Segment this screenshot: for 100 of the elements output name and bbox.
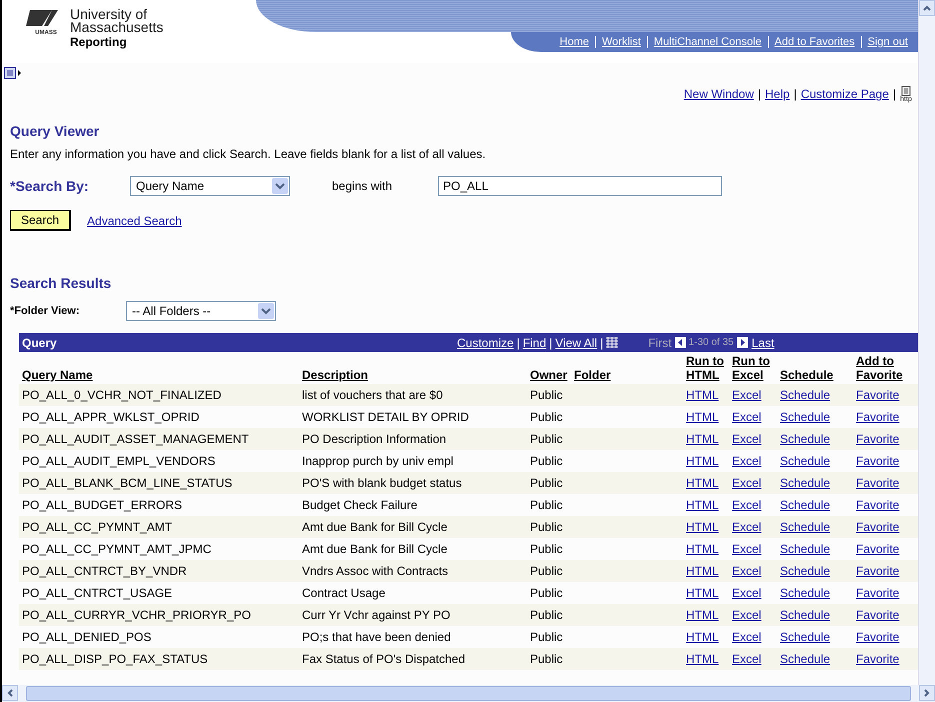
favorite-link[interactable]: Favorite [856,476,900,490]
favorite-link[interactable]: Favorite [856,410,900,424]
run-excel-link[interactable]: Excel [732,586,762,600]
column-header[interactable]: Run to Excel [732,354,774,382]
schedule-link[interactable]: Schedule [780,586,830,600]
query-name-cell: PO_ALL_CC_PYMNT_AMT_JPMC [19,538,299,560]
nav-link[interactable]: Worklist [594,36,647,48]
owner-cell: Public [527,604,571,626]
nav-link[interactable]: MultiChannel Console [646,36,768,48]
schedule-link[interactable]: Schedule [780,608,830,622]
favorite-link[interactable]: Favorite [856,586,900,600]
scroll-right-icon[interactable] [924,689,930,697]
column-header[interactable]: Query Name [22,368,93,382]
run-html-link[interactable]: HTML [686,608,719,622]
grid-tool-link[interactable]: Find [522,336,546,350]
scroll-left-icon[interactable] [7,689,13,697]
next-page-icon[interactable] [736,337,748,348]
run-html-link[interactable]: HTML [686,432,719,446]
grid-icon[interactable] [606,337,618,348]
column-header[interactable]: Owner [530,368,568,382]
schedule-link[interactable]: Schedule [780,564,830,578]
run-excel-link[interactable]: Excel [732,388,762,402]
run-excel-link[interactable]: Excel [732,608,762,622]
query-name-cell: PO_ALL_CNTRCT_USAGE [19,582,299,604]
run-excel-link[interactable]: Excel [732,564,762,578]
last-page-link[interactable]: Last [752,336,774,350]
run-excel-link[interactable]: Excel [732,520,762,534]
dropdown-caret-icon[interactable] [258,303,274,319]
schedule-link[interactable]: Schedule [780,454,830,468]
favorite-link[interactable]: Favorite [856,608,900,622]
run-excel-link[interactable]: Excel [732,652,762,666]
schedule-link[interactable]: Schedule [780,410,830,424]
run-html-link[interactable]: HTML [686,410,719,424]
run-excel-link[interactable]: Excel [732,542,762,556]
grid-tool-link[interactable]: View All [555,336,598,350]
schedule-link[interactable]: Schedule [780,388,830,402]
run-excel-link[interactable]: Excel [732,630,762,644]
run-html-link[interactable]: HTML [686,630,719,644]
schedule-link[interactable]: Schedule [780,498,830,512]
run-html-link[interactable]: HTML [686,586,719,600]
scroll-up-icon[interactable] [923,5,931,11]
favorite-link[interactable]: Favorite [856,542,900,556]
run-html-link[interactable]: HTML [686,476,719,490]
description-cell: PO Description Information [299,428,527,450]
operator-label: begins with [332,179,394,193]
schedule-link[interactable]: Schedule [780,432,830,446]
run-html-link[interactable]: HTML [686,564,719,578]
column-header[interactable]: Folder [574,368,611,382]
run-excel-link[interactable]: Excel [732,432,762,446]
run-excel-link[interactable]: Excel [732,498,762,512]
run-html-link[interactable]: HTML [686,498,719,512]
column-header[interactable]: Run to HTML [686,354,726,382]
column-header[interactable]: Schedule [780,368,834,382]
folder-select[interactable]: -- All Folders -- [126,301,276,321]
schedule-link[interactable]: Schedule [780,520,830,534]
description-cell: Vndrs Assoc with Contracts [299,560,527,582]
run-excel-link[interactable]: Excel [732,410,762,424]
run-html-link[interactable]: HTML [686,454,719,468]
run-html-link[interactable]: HTML [686,652,719,666]
favorite-link[interactable]: Favorite [856,498,900,512]
previous-page-icon[interactable] [674,337,686,348]
instructions-text: Enter any information you have and click Search. Leave fields blank for a list of all values. [10,147,487,161]
favorite-link[interactable]: Favorite [856,652,900,666]
nav-link[interactable]: Home [554,36,595,48]
link-separator: | [794,87,797,101]
column-header[interactable]: Add to Favorite [856,354,915,382]
favorite-link[interactable]: Favorite [856,388,900,402]
schedule-link[interactable]: Schedule [780,542,830,556]
search-button[interactable]: Search [10,210,72,231]
run-excel-link[interactable]: Excel [732,476,762,490]
nav-link[interactable]: Add to Favorites [768,36,861,48]
favorite-link[interactable]: Favorite [856,454,900,468]
run-excel-link[interactable]: Excel [732,454,762,468]
grid-tool-link[interactable]: Customize [457,336,514,350]
owner-cell: Public [527,538,571,560]
page-range: 1-30 of 35 [688,337,734,348]
column-header[interactable]: Description [302,368,368,382]
search-input[interactable]: PO_ALL [438,176,722,196]
favorite-link[interactable]: Favorite [856,520,900,534]
menu-toggle-icon[interactable] [4,67,22,79]
schedule-link[interactable]: Schedule [780,630,830,644]
favorite-link[interactable]: Favorite [856,630,900,644]
advanced-search-link[interactable]: Advanced Search [87,214,182,228]
favorite-link[interactable]: Favorite [856,564,900,578]
description-cell: Contract Usage [299,582,527,604]
run-html-link[interactable]: HTML [686,542,719,556]
nav-link[interactable]: Sign out [860,36,914,48]
favorite-link[interactable]: Favorite [856,432,900,446]
run-html-link[interactable]: HTML [686,388,719,402]
page-link[interactable]: New Window [684,87,754,101]
schedule-link[interactable]: Schedule [780,652,830,666]
page-link[interactable]: Customize Page [800,87,889,101]
search-field-select[interactable]: Query Name [130,176,290,196]
page-link[interactable]: Help [765,87,790,101]
dropdown-caret-icon[interactable] [272,178,288,194]
schedule-link[interactable]: Schedule [780,476,830,490]
run-html-link[interactable]: HTML [686,520,719,534]
query-name-cell: PO_ALL_BUDGET_ERRORS [19,494,299,516]
owner-cell: Public [527,472,571,494]
link-separator: | [892,87,896,101]
